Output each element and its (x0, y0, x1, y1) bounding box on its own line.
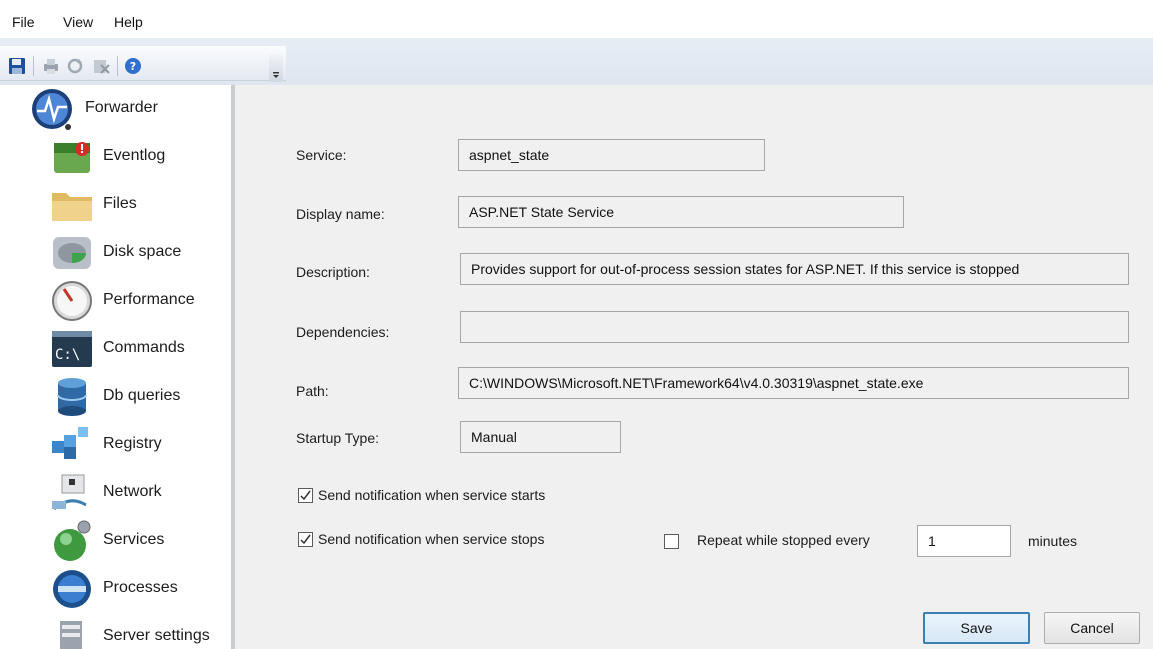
menu-file[interactable]: File (12, 14, 35, 30)
print-icon[interactable] (42, 57, 60, 75)
sidebar-item-network[interactable]: Network (0, 469, 231, 517)
save-button[interactable]: Save (923, 612, 1030, 644)
sidebar-item-label: Services (103, 531, 165, 548)
sidebar-item-label: Performance (103, 291, 195, 308)
menu-view[interactable]: View (63, 14, 93, 30)
service-field[interactable]: aspnet_state (458, 139, 765, 171)
path-label: Path: (296, 383, 329, 399)
repeat-label[interactable]: Repeat while stopped every (697, 532, 870, 548)
notify-stop-checkbox[interactable] (298, 532, 313, 547)
sidebar-item-server-settings[interactable]: Server settings (0, 613, 231, 649)
menu-bar: File View Help (0, 0, 1153, 38)
sidebar-item-services[interactable]: Services (0, 517, 231, 565)
sidebar-item-performance[interactable]: Performance (0, 277, 231, 325)
sidebar-item-disk-space[interactable]: Disk space (0, 229, 231, 277)
service-form: Service: aspnet_state Display name: ASP.… (235, 85, 1153, 649)
services-icon (50, 519, 94, 563)
sidebar-item-commands[interactable]: C:\ Commands (0, 325, 231, 373)
startup-type-label: Startup Type: (296, 430, 380, 446)
toolbar-overflow-button[interactable] (269, 54, 283, 82)
sidebar-item-label: Network (103, 483, 162, 500)
sidebar-item-label: Registry (103, 435, 162, 452)
disk-icon (50, 231, 94, 275)
notify-start-label[interactable]: Send notification when service starts (318, 487, 545, 503)
server-icon (50, 615, 94, 649)
save-icon[interactable] (8, 57, 26, 75)
toolbar-separator (33, 56, 34, 76)
svg-text:?: ? (130, 60, 136, 73)
dependencies-field[interactable] (460, 311, 1129, 343)
registry-icon (50, 423, 94, 467)
toolbar-strip: ? (0, 46, 286, 82)
sidebar-item-label: Db queries (103, 387, 181, 404)
repeat-interval-input[interactable]: 1 (917, 525, 1011, 557)
sidebar-item-forwarder[interactable]: Forwarder (0, 85, 231, 133)
sidebar-item-label: Processes (103, 579, 178, 596)
display-name-field[interactable]: ASP.NET State Service (458, 196, 904, 228)
sidebar-item-eventlog[interactable]: Eventlog (0, 133, 231, 181)
folder-icon (50, 183, 94, 227)
display-name-label: Display name: (296, 206, 385, 222)
sidebar-item-files[interactable]: Files (0, 181, 231, 229)
database-icon (50, 375, 94, 419)
sidebar-item-registry[interactable]: Registry (0, 421, 231, 469)
sidebar-item-label: Commands (103, 339, 185, 356)
toolbar-separator (117, 56, 118, 76)
gauge-icon (50, 279, 94, 323)
description-field[interactable]: Provides support for out-of-process sess… (460, 253, 1129, 285)
help-icon[interactable]: ? (124, 57, 142, 75)
processes-icon (50, 567, 94, 611)
delete-icon[interactable] (92, 57, 110, 75)
dependencies-label: Dependencies: (296, 324, 390, 340)
sidebar-item-db-queries[interactable]: Db queries (0, 373, 231, 421)
svg-text:C:\: C:\ (55, 347, 80, 363)
sidebar-item-processes[interactable]: Processes (0, 565, 231, 613)
notify-start-checkbox[interactable] (298, 488, 313, 503)
network-icon (50, 471, 94, 515)
description-label: Description: (296, 264, 370, 280)
sidebar-item-label: Disk space (103, 243, 182, 260)
eventlog-icon (50, 135, 94, 179)
sidebar-item-label: Forwarder (85, 99, 158, 116)
menu-help[interactable]: Help (114, 14, 143, 30)
toolbar: ? (0, 38, 1153, 85)
repeat-checkbox[interactable] (664, 534, 679, 549)
notify-stop-label[interactable]: Send notification when service stops (318, 531, 544, 547)
sidebar: Forwarder Eventlog Files Disk space Perf… (0, 85, 235, 649)
sidebar-item-label: Eventlog (103, 147, 166, 164)
cancel-button[interactable]: Cancel (1044, 612, 1140, 644)
sidebar-item-label: Server settings (103, 627, 210, 644)
console-icon: C:\ (50, 327, 94, 371)
minutes-label: minutes (1028, 533, 1078, 549)
path-field[interactable]: C:\WINDOWS\Microsoft.NET\Framework64\v4.… (458, 367, 1129, 399)
refresh-icon[interactable] (66, 57, 84, 75)
service-label: Service: (296, 147, 347, 163)
startup-type-field[interactable]: Manual (460, 421, 621, 453)
sidebar-item-label: Files (103, 195, 137, 212)
forwarder-icon (30, 87, 74, 131)
